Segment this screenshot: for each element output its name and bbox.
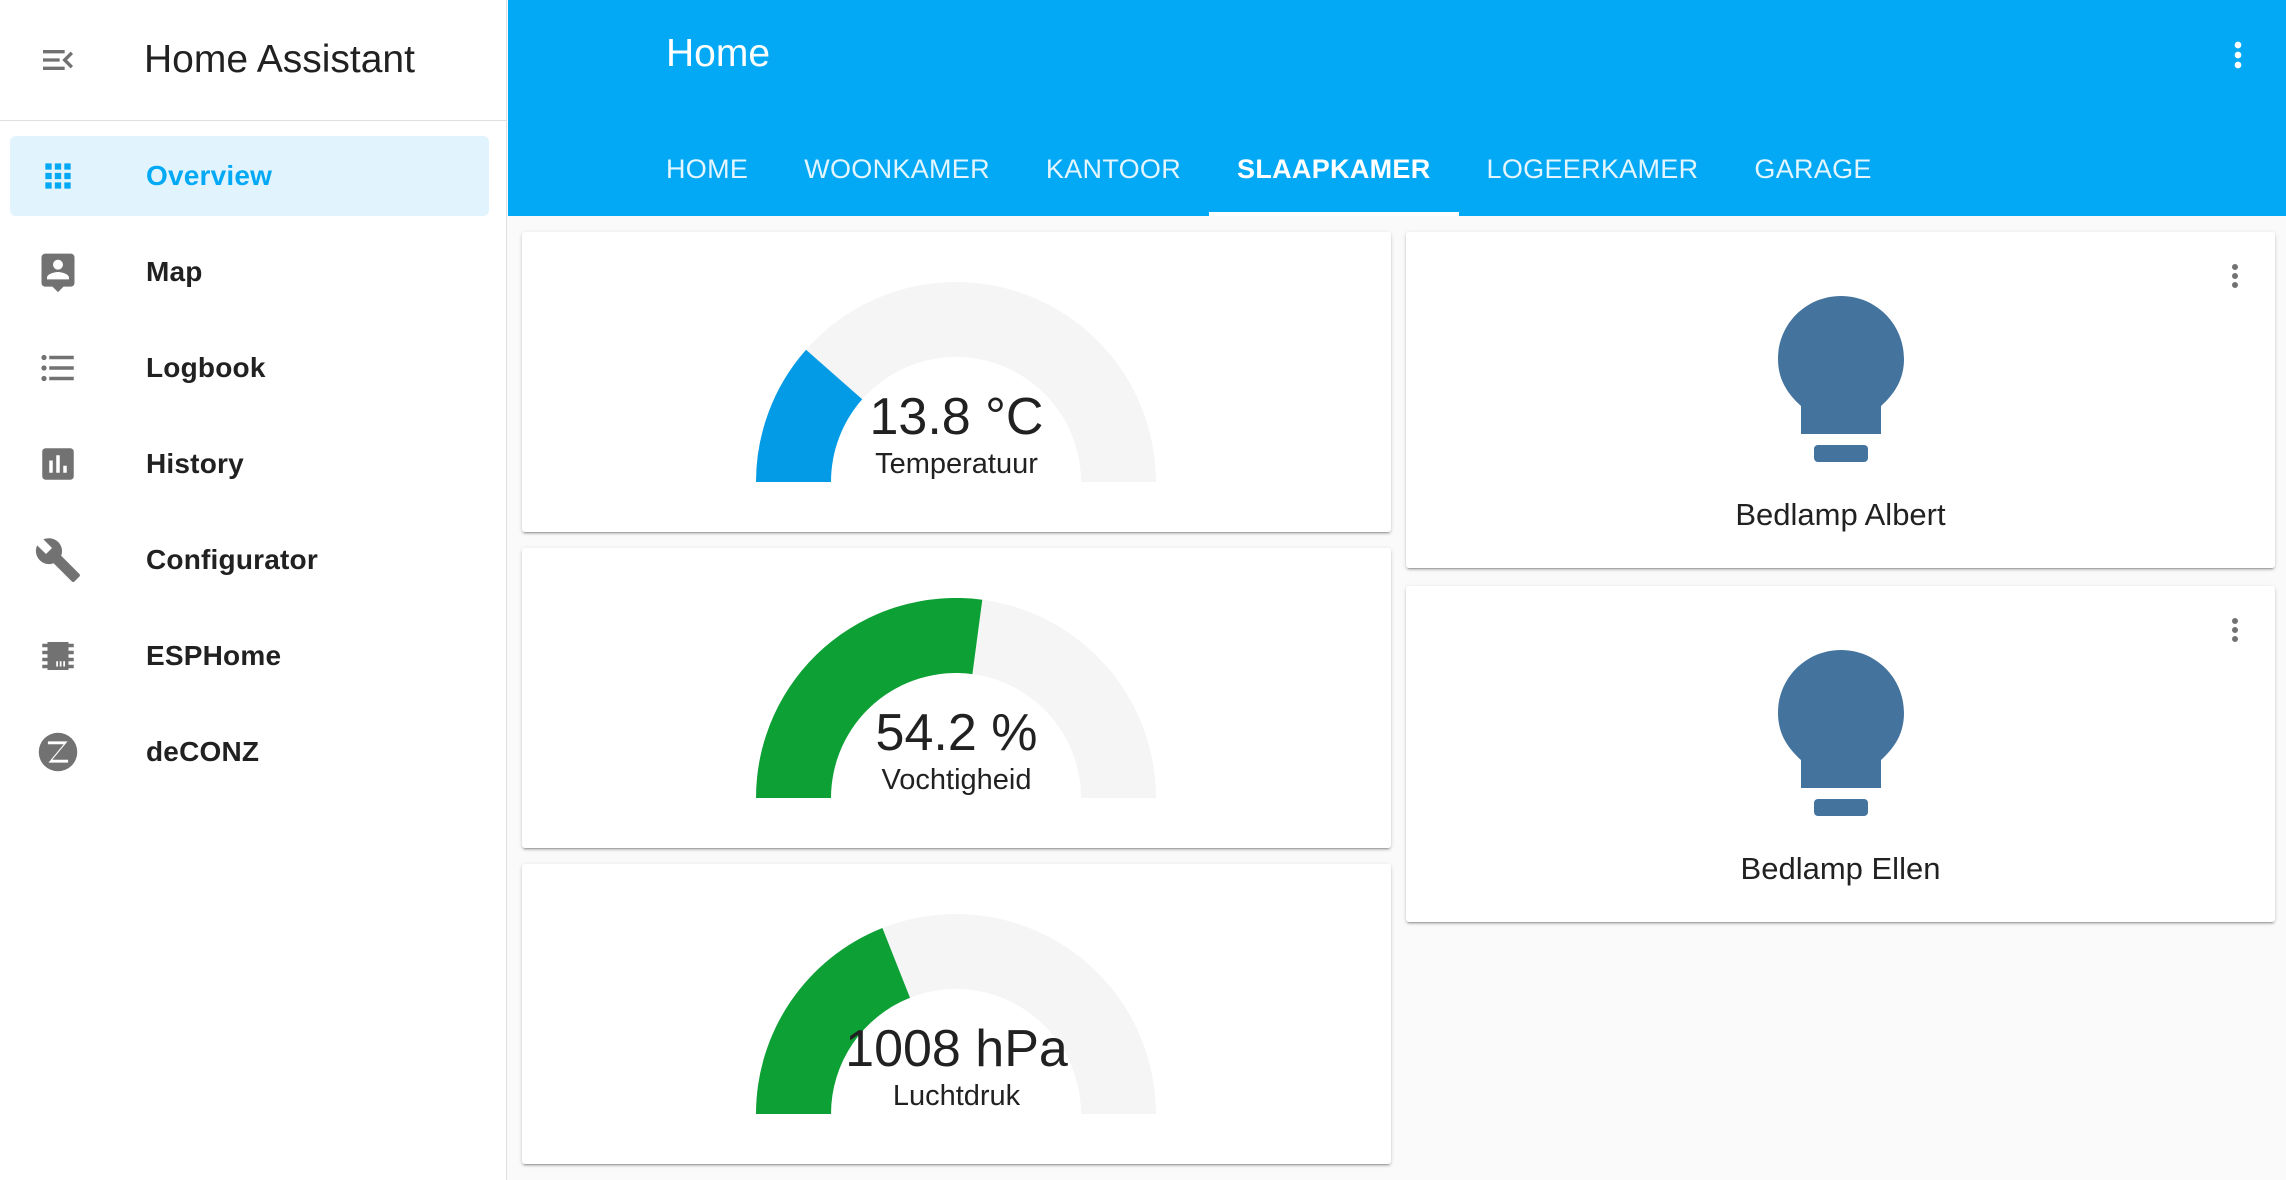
sidebar-item-label: Overview: [146, 160, 273, 191]
gauge-value: 13.8 °C: [869, 388, 1044, 446]
sidebar-item-label: Logbook: [146, 352, 266, 383]
app-header: Home HOME WOONKAMER KANTOOR SLAAPKAMER L…: [508, 0, 2286, 216]
more-info-button[interactable]: [2217, 254, 2253, 298]
menu-open-icon: [43, 50, 73, 70]
dots-vertical-icon: [2232, 264, 2238, 288]
view-tabs: HOME WOONKAMER KANTOOR SLAAPKAMER LOGEER…: [666, 130, 1900, 216]
gauge-card-temperature[interactable]: 13.8 °C Temperatuur: [522, 232, 1391, 532]
gauge-card-pressure[interactable]: 1008 hPa Luchtdruk: [522, 864, 1391, 1164]
sidebar-header: Home Assistant: [0, 0, 506, 121]
gauge-value: 54.2 %: [875, 704, 1038, 762]
gauge-value: 1008 hPa: [845, 1020, 1068, 1078]
light-name: Bedlamp Ellen: [1740, 851, 1941, 886]
chip-icon: [34, 632, 82, 680]
sidebar-item-label: deCONZ: [146, 736, 260, 767]
app-title: Home Assistant: [144, 38, 415, 81]
light-card-bedlamp-ellen: Bedlamp Ellen: [1406, 586, 2275, 922]
tab-logeerkamer[interactable]: LOGEERKAMER: [1459, 130, 1727, 216]
sidebar-item-history[interactable]: History: [10, 424, 489, 504]
tab-woonkamer[interactable]: WOONKAMER: [776, 130, 1018, 216]
wrench-icon: [34, 536, 82, 584]
sidebar-nav: Overview Map Logbook History Configurato…: [0, 121, 506, 792]
sidebar-item-label: History: [146, 448, 244, 479]
header-menu-button[interactable]: [2218, 30, 2258, 80]
sidebar-item-esphome[interactable]: ESPHome: [10, 616, 489, 696]
sidebar-item-overview[interactable]: Overview: [10, 136, 489, 216]
gauge-label: Vochtigheid: [881, 764, 1032, 796]
gauge-card-humidity[interactable]: 54.2 % Vochtigheid: [522, 548, 1391, 848]
grid-icon: [34, 152, 82, 200]
format-list-bulleted-icon: [34, 344, 82, 392]
sidebar-item-deconz[interactable]: deCONZ: [10, 712, 489, 792]
sidebar-item-label: Map: [146, 256, 203, 287]
lightbulb-icon[interactable]: [1778, 650, 1904, 830]
lightbulb-icon[interactable]: [1778, 296, 1904, 476]
tab-kantoor[interactable]: KANTOOR: [1018, 130, 1209, 216]
light-card-bedlamp-albert: Bedlamp Albert: [1406, 232, 2275, 568]
tab-garage[interactable]: GARAGE: [1726, 130, 1899, 216]
sidebar-item-label: Configurator: [146, 544, 318, 575]
tab-slaapkamer[interactable]: SLAAPKAMER: [1209, 130, 1459, 216]
gauge-label: Luchtdruk: [892, 1080, 1021, 1112]
sidebar-item-configurator[interactable]: Configurator: [10, 520, 489, 600]
page-title: Home: [666, 32, 771, 75]
gauge-label: Temperatuur: [875, 448, 1038, 480]
light-name: Bedlamp Albert: [1735, 497, 1946, 532]
dots-vertical-icon: [2232, 618, 2238, 642]
account-box-icon: [34, 248, 82, 296]
menu-toggle-button[interactable]: [28, 30, 88, 90]
zigbee-icon: [34, 728, 82, 776]
dots-vertical-icon: [2234, 41, 2242, 69]
tab-home[interactable]: HOME: [666, 130, 776, 216]
sidebar: Home Assistant Overview Map Logbook Hist…: [0, 0, 507, 1180]
chart-box-icon: [34, 440, 82, 488]
more-info-button[interactable]: [2217, 608, 2253, 652]
sidebar-item-logbook[interactable]: Logbook: [10, 328, 489, 408]
sidebar-item-map[interactable]: Map: [10, 232, 489, 312]
sidebar-item-label: ESPHome: [146, 640, 282, 671]
